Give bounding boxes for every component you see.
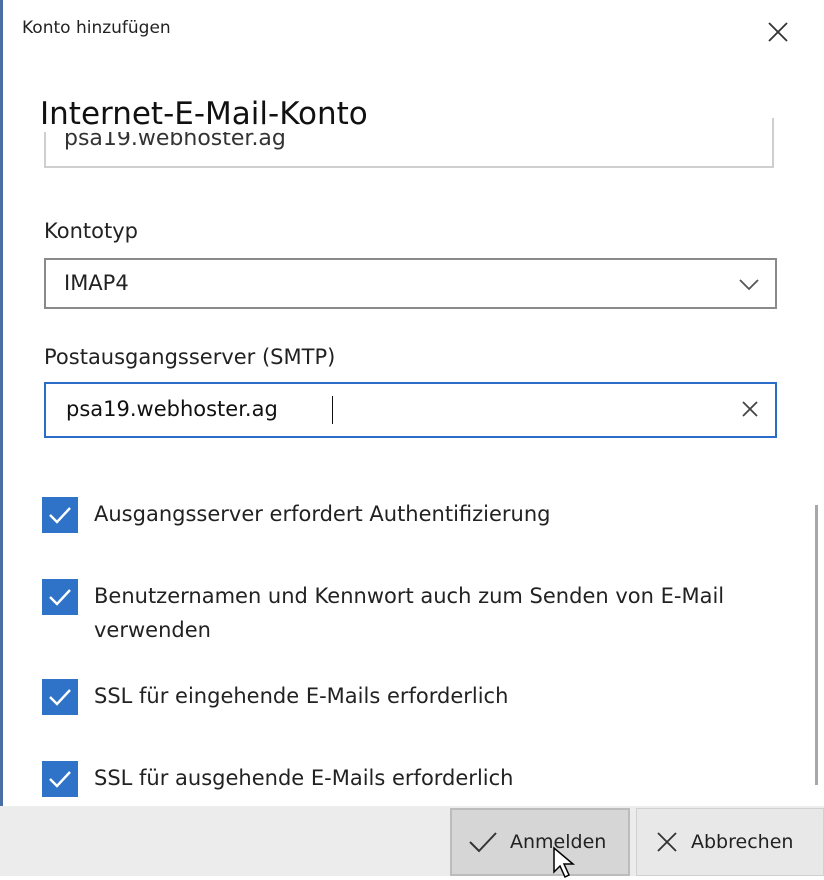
option-row-auth[interactable]: Ausgangsserver erfordert Authentifizieru… <box>42 497 784 533</box>
checkmark-icon <box>49 689 71 706</box>
checkbox-label: Ausgangsserver erfordert Authentifizieru… <box>94 502 551 526</box>
chevron-down-icon <box>739 279 759 291</box>
dialog-title: Konto hinzufügen <box>22 18 171 38</box>
outgoing-server-label: Postausgangsserver (SMTP) <box>44 345 336 369</box>
checkmark-icon <box>49 771 71 788</box>
option-row-ssl-incoming[interactable]: SSL für eingehende E-Mails erforderlich <box>42 679 784 715</box>
clear-icon[interactable] <box>739 398 761 420</box>
checkmark-icon <box>469 832 497 853</box>
outgoing-server-value: psa19.webhoster.ag <box>66 397 278 421</box>
checkbox-label: SSL für ausgehende E-Mails erforderlich <box>94 766 514 790</box>
scrollbar[interactable] <box>815 505 818 785</box>
checkbox-outgoing-auth[interactable] <box>42 497 78 533</box>
checkmark-icon <box>49 507 71 524</box>
close-icon <box>768 22 788 42</box>
text-caret <box>332 396 333 424</box>
account-type-value: IMAP4 <box>64 271 129 295</box>
checkbox-label: Benutzernamen und Kennwort auch zum Send… <box>94 584 725 642</box>
page-title: Internet-E-Mail-Konto <box>40 96 374 132</box>
close-button[interactable] <box>760 14 796 50</box>
checkbox-ssl-outgoing[interactable] <box>42 761 78 797</box>
window-edge <box>0 0 3 876</box>
checkbox-same-credentials[interactable] <box>42 579 78 615</box>
cancel-button[interactable]: Abbrechen <box>636 808 824 876</box>
cross-icon <box>657 832 677 852</box>
account-type-label: Kontotyp <box>44 219 138 243</box>
mouse-pointer-icon <box>553 846 576 879</box>
checkmark-icon <box>49 589 71 606</box>
checkbox-label: SSL für eingehende E-Mails erforderlich <box>94 684 509 708</box>
account-type-select[interactable]: IMAP4 <box>44 258 777 309</box>
sign-in-button[interactable]: Anmelden <box>450 808 630 876</box>
checkbox-ssl-incoming[interactable] <box>42 679 78 715</box>
outgoing-server-input[interactable]: psa19.webhoster.ag <box>44 382 777 438</box>
option-row-credentials[interactable]: Benutzernamen und Kennwort auch zum Send… <box>42 579 784 647</box>
option-row-ssl-outgoing[interactable]: SSL für ausgehende E-Mails erforderlich <box>42 761 784 797</box>
cancel-label: Abbrechen <box>691 831 794 853</box>
add-account-dialog: Konto hinzufügen psa19.webhoster.ag Inte… <box>0 0 824 879</box>
